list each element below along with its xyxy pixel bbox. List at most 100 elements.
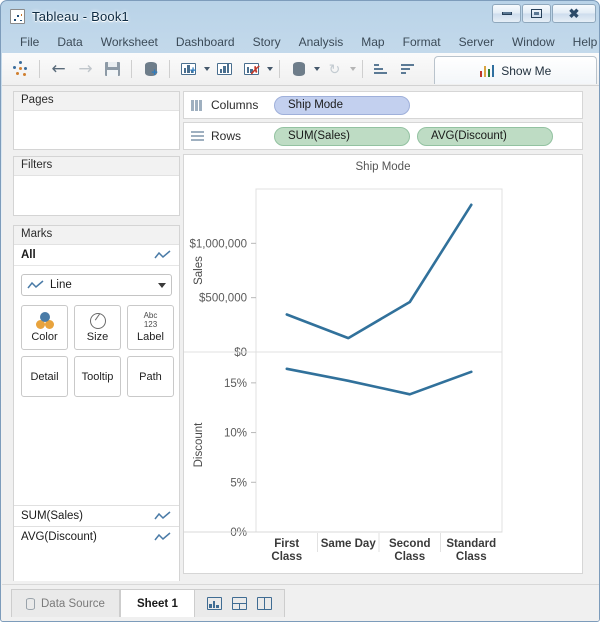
new-worksheet-icon[interactable] xyxy=(206,597,222,610)
marks-all-row[interactable]: All xyxy=(14,245,179,266)
menu-data[interactable]: Data xyxy=(48,33,91,51)
menu-analysis[interactable]: Analysis xyxy=(290,33,353,51)
filters-card-title: Filters xyxy=(14,157,179,176)
refresh-dropdown-icon[interactable] xyxy=(350,67,356,71)
menu-dashboard[interactable]: Dashboard xyxy=(167,33,244,51)
y-axis-tick-label: 5% xyxy=(230,477,247,489)
toolbar-separator xyxy=(362,60,363,78)
undo-arrow-icon: ← xyxy=(51,58,66,79)
menu-server[interactable]: Server xyxy=(450,33,503,51)
pages-card[interactable]: Pages xyxy=(13,91,180,150)
data-source-tab-label: Data Source xyxy=(41,597,105,610)
new-worksheet-button[interactable]: + xyxy=(176,57,201,81)
menu-story[interactable]: Story xyxy=(244,33,290,51)
rows-shelf[interactable]: Rows SUM(Sales) AVG(Discount) xyxy=(183,122,583,150)
sort-descending-icon xyxy=(401,63,416,76)
save-icon xyxy=(105,62,120,76)
pill-sum-sales[interactable]: SUM(Sales) xyxy=(274,126,410,146)
sort-descending-button[interactable] xyxy=(396,57,421,81)
save-button[interactable] xyxy=(100,57,125,81)
marks-detail-button[interactable]: Detail xyxy=(21,356,68,397)
marks-color-button[interactable]: Color xyxy=(21,305,68,350)
columns-shelf-label: Columns xyxy=(211,98,259,112)
marks-all-label: All xyxy=(21,249,36,261)
duplicate-sheet-button[interactable] xyxy=(212,57,237,81)
abc-123-icon: Abc 123 xyxy=(143,311,158,329)
redo-button[interactable]: → xyxy=(73,57,98,81)
menu-help[interactable]: Help xyxy=(564,33,599,51)
color-palette-icon xyxy=(35,312,55,329)
new-data-source-button[interactable]: + xyxy=(138,57,163,81)
workspace: Pages Filters Marks All Line Color Size … xyxy=(2,86,599,583)
menu-map[interactable]: Map xyxy=(352,33,393,51)
columns-shelf[interactable]: Columns Ship Mode xyxy=(183,91,583,119)
plot-frame xyxy=(255,188,503,533)
sidebar: Pages Filters Marks All Line Color Size … xyxy=(13,86,180,581)
sort-ascending-icon xyxy=(374,63,389,76)
marks-size-label: Size xyxy=(86,330,109,343)
swap-data-button[interactable] xyxy=(286,57,311,81)
chart-column-title: Ship Mode xyxy=(355,161,411,173)
marks-path-button[interactable]: Path xyxy=(127,356,174,397)
clear-sheet-dropdown-icon[interactable] xyxy=(267,67,273,71)
database-icon xyxy=(26,597,35,610)
marks-tooltip-button[interactable]: Tooltip xyxy=(74,356,121,397)
new-worksheet-icon: + xyxy=(181,63,196,77)
view-pane: Columns Ship Mode Rows SUM(Sales) AVG(Di… xyxy=(183,86,589,581)
size-circle-icon xyxy=(89,312,106,329)
clear-sheet-button[interactable]: ✗ xyxy=(239,57,264,81)
refresh-button[interactable]: ↻ xyxy=(322,57,347,81)
refresh-icon: ↻ xyxy=(328,60,341,77)
tableau-home-button[interactable] xyxy=(8,57,33,81)
new-dashboard-icon[interactable] xyxy=(231,597,247,610)
marks-measure-avg-discount[interactable]: AVG(Discount) xyxy=(14,526,179,547)
window-controls: ✖ xyxy=(491,4,596,23)
sheet-tab-sheet-1[interactable]: Sheet 1 xyxy=(119,589,195,617)
menu-format[interactable]: Format xyxy=(394,33,450,51)
close-button[interactable]: ✖ xyxy=(552,4,596,23)
toolbar-separator xyxy=(131,60,132,78)
new-worksheet-dropdown-icon[interactable] xyxy=(204,67,210,71)
mark-type-select[interactable]: Line xyxy=(21,274,172,296)
minimize-button[interactable] xyxy=(492,4,521,23)
bar-chart-icon xyxy=(479,64,495,77)
undo-button[interactable]: ← xyxy=(46,57,71,81)
pill-ship-mode[interactable]: Ship Mode xyxy=(274,95,410,115)
rows-shelf-label: Rows xyxy=(211,129,242,143)
marks-measure-label: SUM(Sales) xyxy=(21,510,83,522)
new-story-icon[interactable] xyxy=(256,597,272,610)
show-me-button[interactable]: Show Me xyxy=(434,56,597,84)
marks-size-button[interactable]: Size xyxy=(74,305,121,350)
tableau-home-icon xyxy=(12,60,29,78)
x-axis-label: Class xyxy=(394,551,425,563)
rows-icon xyxy=(191,130,204,142)
sheet-tab-label: Sheet 1 xyxy=(136,597,178,610)
status-bar: Data Source Sheet 1 xyxy=(2,584,599,621)
line-chart-icon xyxy=(154,510,171,519)
menu-worksheet[interactable]: Worksheet xyxy=(92,33,167,51)
toolbar-separator xyxy=(39,60,40,78)
sort-ascending-button[interactable] xyxy=(369,57,394,81)
marks-measure-sum-sales[interactable]: SUM(Sales) xyxy=(14,505,179,526)
y-axis-tick-label: $0 xyxy=(234,347,247,359)
duplicate-sheet-icon xyxy=(217,63,232,75)
menu-window[interactable]: Window xyxy=(503,33,564,51)
clear-sheet-icon: ✗ xyxy=(244,63,259,77)
data-source-tab[interactable]: Data Source xyxy=(11,589,120,617)
restore-button[interactable] xyxy=(522,4,551,23)
swap-data-dropdown-icon[interactable] xyxy=(314,67,320,71)
x-axis-label: Standard xyxy=(446,538,496,550)
marks-label-label: Label xyxy=(137,331,164,343)
chart-canvas: Ship Mode $1,000,000 $500,000 $0 Sales 15% 10… xyxy=(183,154,583,574)
title-bar: Tableau - Book1 ✖ xyxy=(1,1,599,31)
redo-arrow-icon: → xyxy=(78,58,93,79)
filters-card[interactable]: Filters xyxy=(13,156,180,216)
line-chart-icon xyxy=(154,531,171,540)
menu-file[interactable]: File xyxy=(11,33,48,51)
new-sheet-buttons xyxy=(194,589,285,617)
marks-label-button[interactable]: Abc 123 Label xyxy=(127,305,174,350)
x-axis-label: First xyxy=(274,538,299,550)
minimize-icon xyxy=(501,12,512,15)
x-axis-label: Second xyxy=(389,538,431,550)
pill-avg-discount[interactable]: AVG(Discount) xyxy=(417,126,553,146)
